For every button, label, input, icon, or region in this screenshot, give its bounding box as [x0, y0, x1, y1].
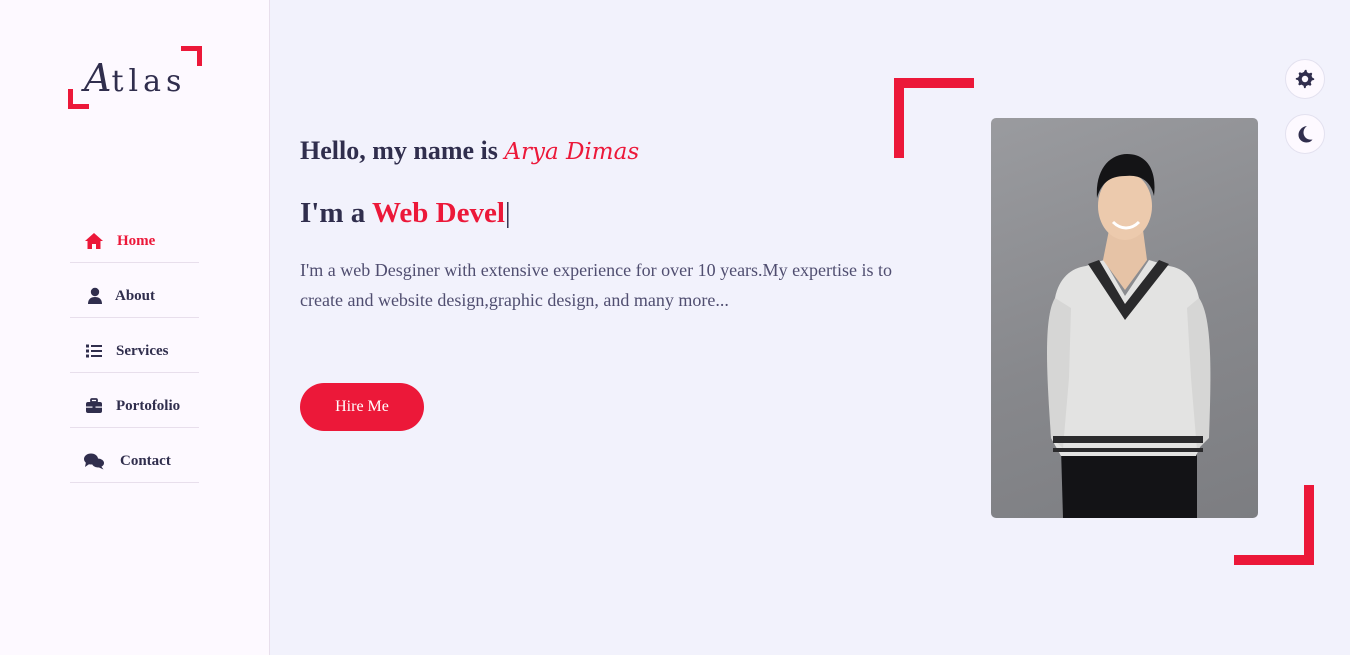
- nav-item-portfolio[interactable]: Portofolio: [70, 373, 199, 428]
- logo-first-letter: A: [84, 56, 112, 100]
- nav-item-home[interactable]: Home: [70, 208, 199, 263]
- role-prefix: I'm a: [300, 197, 372, 229]
- greeting-prefix: Hello, my name is: [300, 136, 505, 165]
- nav-item-contact[interactable]: Contact: [70, 428, 199, 483]
- intro-description: I'm a web Desginer with extensive experi…: [300, 260, 893, 310]
- moon-icon: [1298, 126, 1313, 143]
- greeting-name: Arya Dimas: [504, 139, 640, 165]
- nav-item-about[interactable]: About: [70, 263, 199, 318]
- logo-text: Atlas: [84, 56, 186, 100]
- logo[interactable]: Atlas: [68, 46, 202, 109]
- main-nav: Home About Services Portofolio Contact: [70, 208, 199, 483]
- profile-photo: [991, 118, 1258, 518]
- style-switcher-toggle[interactable]: [1285, 59, 1325, 99]
- sidebar: Atlas Home About Services Portofolio Con…: [0, 0, 270, 655]
- nav-label-about: About: [115, 287, 156, 304]
- hire-me-button[interactable]: Hire Me: [300, 383, 424, 431]
- nav-item-services[interactable]: Services: [70, 318, 199, 373]
- gear-icon: [1295, 69, 1315, 89]
- logo-rest: tlas: [111, 64, 187, 99]
- nav-label-services: Services: [116, 342, 169, 359]
- list-icon: [83, 340, 105, 362]
- comments-icon: [83, 450, 105, 472]
- greeting: Hello, my name is Arya Dimas: [300, 136, 639, 166]
- role-heading: I'm a Web Devel|: [300, 197, 511, 230]
- nav-label-contact: Contact: [120, 452, 171, 469]
- photo-frame-top-left: [894, 78, 974, 158]
- day-night-toggle[interactable]: [1285, 114, 1325, 154]
- role-typed: Web Devel: [371, 197, 505, 229]
- nav-label-portfolio: Portofolio: [116, 397, 181, 414]
- briefcase-icon: [83, 395, 105, 417]
- profile-photo-illustration: [1047, 154, 1211, 518]
- typing-cursor: |: [504, 197, 511, 229]
- nav-label-home: Home: [117, 232, 156, 249]
- home-icon: [83, 230, 105, 252]
- user-icon: [84, 285, 106, 307]
